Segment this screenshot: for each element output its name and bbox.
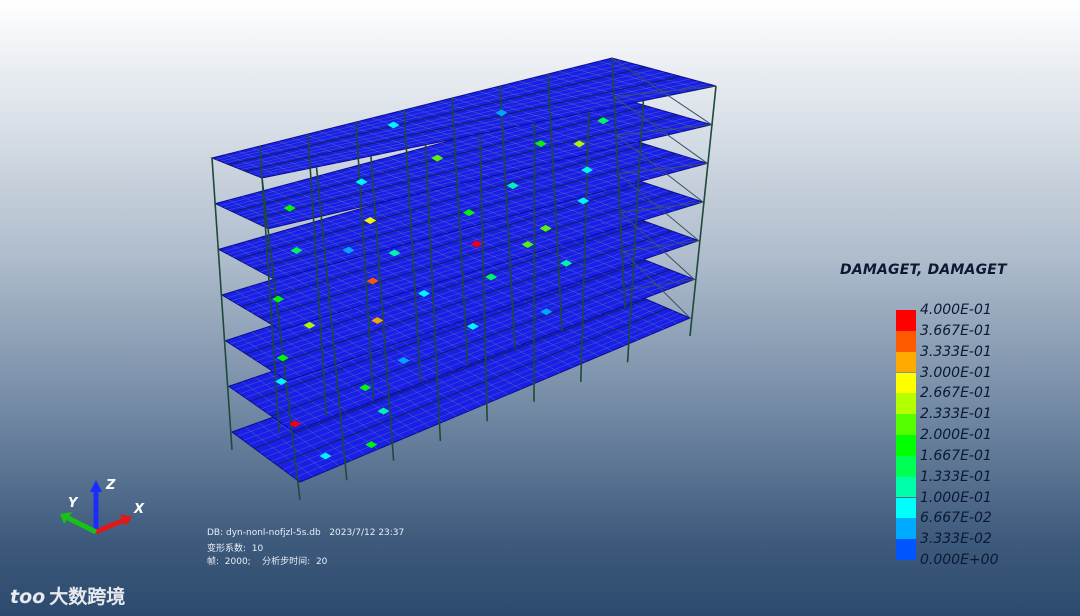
legend-swatch — [896, 414, 916, 435]
frame-value: 2000; — [224, 557, 251, 567]
legend-swatch — [896, 310, 916, 331]
legend-swatch — [896, 539, 916, 560]
watermark-mark: too — [10, 586, 46, 608]
legend-label: 2.667E-01 — [920, 385, 992, 402]
db-name: DB: dyn-nonl-nofjzl-5s.db — [207, 528, 321, 538]
legend-swatch — [896, 497, 916, 519]
legend-title: DAMAGET, DAMAGET — [840, 262, 1007, 278]
legend-label: 1.000E-01 — [920, 489, 992, 506]
legend-label: 1.333E-01 — [920, 468, 992, 485]
legend-swatch — [896, 393, 916, 415]
y-axis-arrow — [66, 515, 98, 535]
watermark-logo: too 大数跨境 — [10, 582, 125, 609]
model-viewport[interactable] — [0, 0, 1080, 616]
info-frame-line: 帧: 2000; 分析步时间: 20 — [207, 554, 327, 567]
legend-swatch — [896, 476, 916, 498]
legend-label: 0.000E+00 — [920, 552, 999, 568]
legend-swatch — [896, 330, 916, 352]
info-deform-line: 变形系数: 10 — [207, 541, 263, 554]
x-axis-label: X — [134, 502, 145, 517]
legend-label: 1.667E-01 — [920, 447, 992, 464]
legend-label: 2.000E-01 — [920, 427, 992, 443]
watermark-text: 大数跨境 — [49, 586, 126, 608]
y-axis-label: Y — [68, 496, 78, 511]
legend-label: 3.667E-01 — [920, 322, 992, 339]
legend-swatch — [896, 372, 916, 394]
x-axis-arrow — [95, 517, 125, 535]
legend-label: 4.000E-01 — [920, 302, 992, 318]
frame-label: 帧: — [207, 557, 220, 567]
legend-swatch — [896, 518, 916, 540]
building-floor-slabs — [210, 57, 717, 483]
legend-label: 3.333E-02 — [920, 531, 992, 548]
legend-swatch — [896, 351, 916, 373]
db-date: 2023/7/12 23:37 — [329, 528, 405, 538]
legend-label: 3.000E-01 — [920, 364, 992, 381]
deform-label: 变形系数: — [207, 544, 247, 554]
legend-swatch — [896, 435, 916, 456]
step-label: 分析步时间: — [262, 557, 311, 567]
z-axis-label: Z — [106, 478, 116, 493]
legend-swatch — [896, 455, 916, 477]
deform-value: 10 — [251, 544, 264, 554]
step-value: 20 — [315, 557, 328, 567]
legend-label: 6.667E-02 — [920, 510, 992, 527]
legend-color-bar — [896, 310, 916, 560]
info-db-line: DB: dyn-nonl-nofjzl-5s.db 2023/7/12 23:3… — [207, 528, 404, 538]
legend-label: 2.333E-01 — [920, 406, 992, 423]
legend-label: 3.333E-01 — [920, 343, 992, 360]
